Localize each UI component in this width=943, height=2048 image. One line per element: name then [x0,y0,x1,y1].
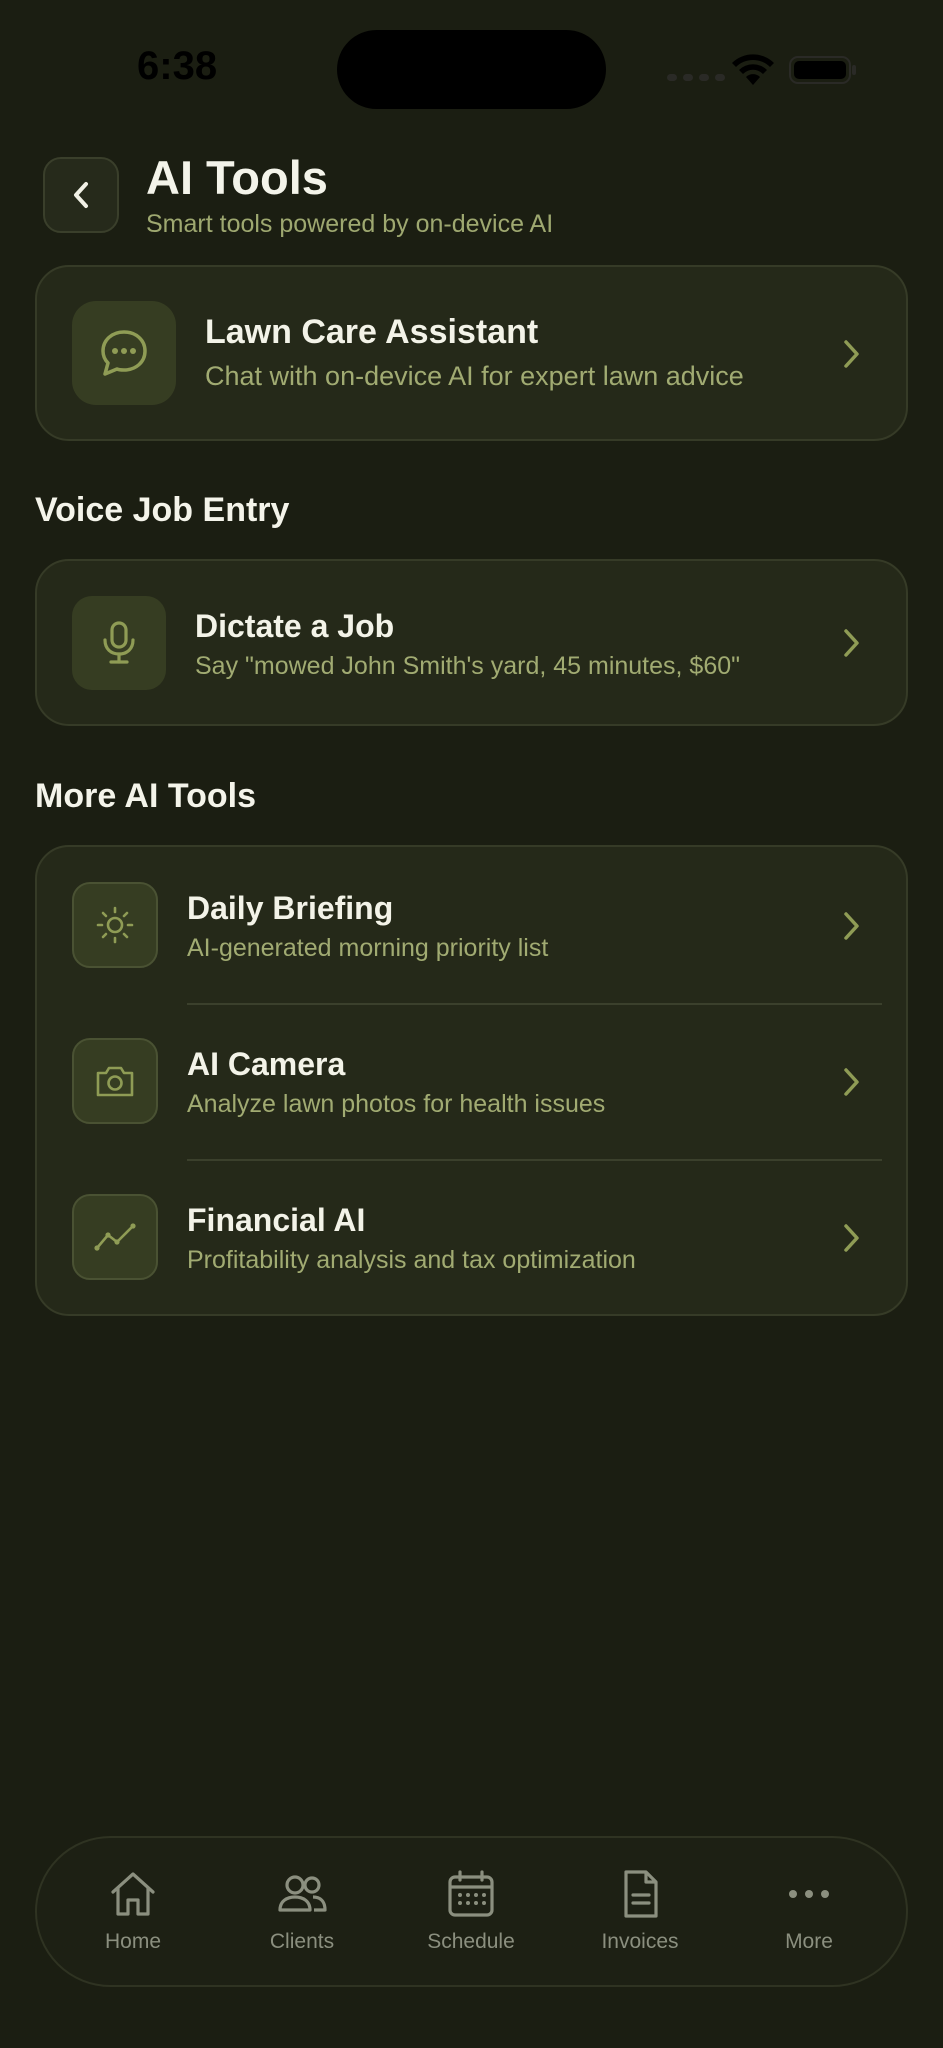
dictate-job-subtitle: Say "mowed John Smith's yard, 45 minutes… [195,652,741,680]
users-icon [278,1875,327,1912]
chevron-right-icon [844,629,859,657]
section-title-more-ai-tools: More AI Tools [35,777,256,815]
tab-label: Invoices [601,1930,679,1953]
assistant-subtitle: Chat with on-device AI for expert lawn a… [205,361,744,391]
section-title-voice-job-entry: Voice Job Entry [35,491,290,529]
trend-line-icon [72,1194,158,1280]
ai-camera-title: AI Camera [187,1046,346,1082]
list-item-ai-camera[interactable]: AI Camera Analyze lawn photos for health… [37,1005,906,1160]
status-time: 6:38 [137,44,218,88]
chevron-right-icon [844,1224,859,1252]
tab-label: Clients [269,1930,335,1953]
sun-icon [72,882,158,968]
camera-icon [72,1038,158,1124]
calendar-icon [448,1870,494,1917]
cellular-signal-icon [667,74,725,81]
chevron-right-icon [844,912,859,940]
dictate-job-title: Dictate a Job [195,608,395,644]
list-item-daily-briefing[interactable]: Daily Briefing AI-generated morning prio… [37,847,906,1003]
more-dots-icon [789,1890,829,1898]
daily-briefing-title: Daily Briefing [187,890,394,926]
assistant-title: Lawn Care Assistant [205,313,539,351]
ai-camera-subtitle: Analyze lawn photos for health issues [187,1090,606,1118]
lawn-care-assistant-card[interactable]: Lawn Care Assistant Chat with on-device … [35,265,908,441]
chevron-left-icon [74,182,88,208]
financial-ai-title: Financial AI [187,1202,366,1238]
microphone-icon [72,596,166,690]
page-title: AI Tools [146,151,328,204]
dictate-job-card[interactable]: Dictate a Job Say "mowed John Smith's ya… [35,559,908,726]
tab-schedule[interactable]: Schedule [396,1838,546,1985]
tab-home[interactable]: Home [58,1838,208,1985]
back-button[interactable] [43,157,119,233]
chevron-right-icon [844,1068,859,1096]
tab-invoices[interactable]: Invoices [565,1838,715,1985]
chevron-right-icon [844,340,859,368]
tab-more[interactable]: More [734,1838,884,1985]
page-subtitle: Smart tools powered by on-device AI [146,210,554,238]
chat-bubble-icon [72,301,176,405]
home-icon [111,1872,155,1916]
tab-bar: Home Clients Schedule Invoices More [35,1836,908,1987]
list-item-financial-ai[interactable]: Financial AI Profitability analysis and … [37,1161,906,1316]
financial-ai-subtitle: Profitability analysis and tax optimizat… [187,1246,636,1274]
document-icon [624,1870,658,1918]
battery-icon [789,56,856,84]
tab-clients[interactable]: Clients [227,1838,377,1985]
more-ai-tools-card: Daily Briefing AI-generated morning prio… [35,845,908,1316]
status-bar: 6:38 [0,0,943,140]
tab-label: Home [104,1930,162,1953]
wifi-icon [732,54,774,85]
daily-briefing-subtitle: AI-generated morning priority list [187,934,549,962]
tab-label: More [785,1930,833,1953]
tab-label: Schedule [427,1930,515,1953]
dynamic-island [337,30,606,109]
